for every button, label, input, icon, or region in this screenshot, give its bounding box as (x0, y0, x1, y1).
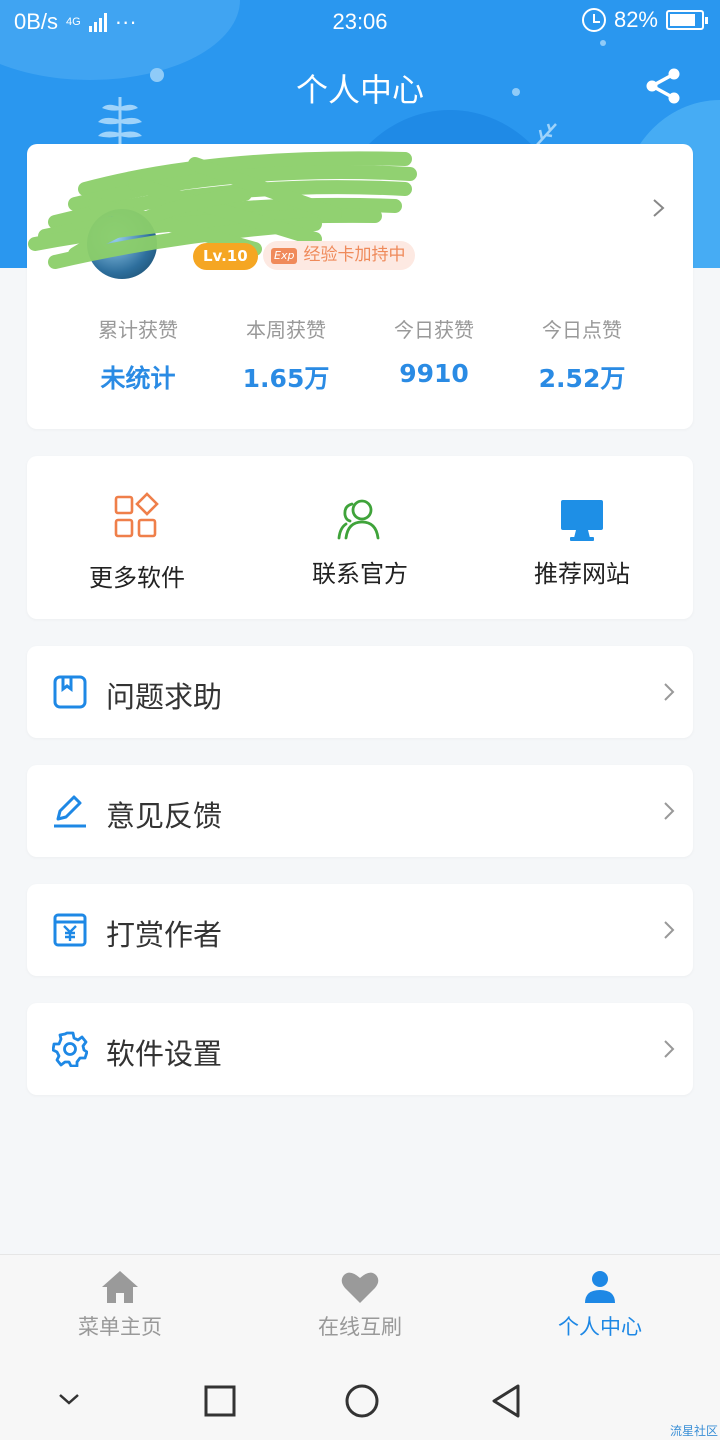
tab-profile[interactable]: 个人中心 (480, 1269, 720, 1341)
stat-value: 9910 (399, 359, 469, 388)
menu-item-help[interactable]: 问题求助 (27, 646, 693, 738)
menu-item-label: 软件设置 (106, 1037, 223, 1071)
stat-today-given: 今日点赞 2.52万 (508, 314, 656, 395)
users-icon (337, 499, 380, 540)
stat-value: 1.65万 (242, 364, 330, 393)
bookmark-box-icon (53, 675, 87, 709)
chevron-right-icon (653, 199, 665, 217)
chevron-right-icon (664, 683, 675, 701)
chevron-right-icon (664, 1040, 675, 1058)
home-icon (102, 1271, 138, 1303)
menu-item-label: 问题求助 (106, 680, 223, 714)
stat-label: 今日点赞 (542, 318, 622, 342)
stat-today-likes: 今日获赞 9910 (360, 314, 508, 395)
status-bar: 0B/s 4G ··· 23:06 82% (0, 0, 720, 42)
home-circle-icon[interactable] (344, 1383, 380, 1419)
stat-value: 未统计 (100, 364, 176, 393)
tab-label: 个人中心 (558, 1315, 642, 1339)
back-triangle-icon[interactable] (490, 1383, 522, 1419)
stats-row: 累计获赞 未统计 本周获赞 1.65万 今日获赞 9910 今日点赞 2.52万 (27, 314, 693, 395)
alarm-icon (581, 8, 606, 32)
gear-icon (52, 1031, 88, 1067)
system-nav-bar: 流星社区 (0, 1358, 720, 1440)
chevron-right-icon (664, 802, 675, 820)
chevron-down-icon[interactable] (56, 1391, 82, 1407)
quick-action-recommend-sites[interactable]: 推荐网站 (487, 498, 677, 589)
monitor-icon (561, 500, 603, 541)
stat-label: 累计获赞 (98, 318, 178, 342)
quick-action-label: 更多软件 (89, 564, 185, 592)
edit-pen-icon (54, 795, 86, 828)
stat-total-likes: 累计获赞 未统计 (64, 314, 212, 395)
exp-tag: Exp (271, 247, 298, 264)
page-title: 个人中心 (295, 71, 424, 109)
tab-label: 在线互刷 (318, 1315, 402, 1339)
stat-label: 本周获赞 (246, 318, 326, 342)
menu-item-label: 意见反馈 (106, 799, 223, 833)
menu-item-settings[interactable]: 软件设置 (27, 1003, 693, 1095)
tab-label: 菜单主页 (78, 1315, 162, 1339)
menu-item-donate[interactable]: 打赏作者 (27, 884, 693, 976)
stat-value: 2.52万 (538, 364, 626, 393)
menu-item-feedback[interactable]: 意见反馈 (27, 765, 693, 857)
watermark: 流星社区 (669, 1424, 718, 1438)
tab-online-exchange[interactable]: 在线互刷 (240, 1269, 480, 1341)
profile-card[interactable]: Lv.10 Exp 经验卡加持中 累计获赞 未统计 本周获赞 1.65万 今日获… (27, 144, 693, 429)
grid-apps-icon (114, 492, 159, 538)
yuan-calendar-icon (53, 913, 87, 947)
tab-home[interactable]: 菜单主页 (0, 1269, 240, 1341)
heart-icon (341, 1272, 379, 1303)
battery-percent: 82% (613, 7, 658, 32)
level-badge: Lv.10 (193, 243, 258, 270)
bottom-nav: 菜单主页 在线互刷 个人中心 (0, 1254, 720, 1358)
quick-action-label: 联系官方 (312, 560, 408, 588)
exp-card-text: 经验卡加持中 (303, 245, 406, 265)
quick-action-contact[interactable]: 联系官方 (265, 496, 455, 589)
recent-apps-icon[interactable] (204, 1385, 236, 1417)
quick-action-more-software[interactable]: 更多软件 (42, 492, 232, 593)
person-icon (585, 1271, 615, 1303)
stat-week-likes: 本周获赞 1.65万 (212, 314, 360, 395)
exp-card-badge: Exp 经验卡加持中 (263, 241, 416, 270)
stat-label: 今日获赞 (394, 318, 474, 342)
menu-item-label: 打赏作者 (106, 918, 223, 952)
share-icon[interactable] (643, 66, 683, 106)
quick-action-label: 推荐网站 (534, 560, 630, 588)
quick-actions-card: 更多软件 联系官方 推荐网站 (27, 456, 693, 619)
chevron-right-icon (664, 921, 675, 939)
battery-icon (666, 10, 708, 30)
